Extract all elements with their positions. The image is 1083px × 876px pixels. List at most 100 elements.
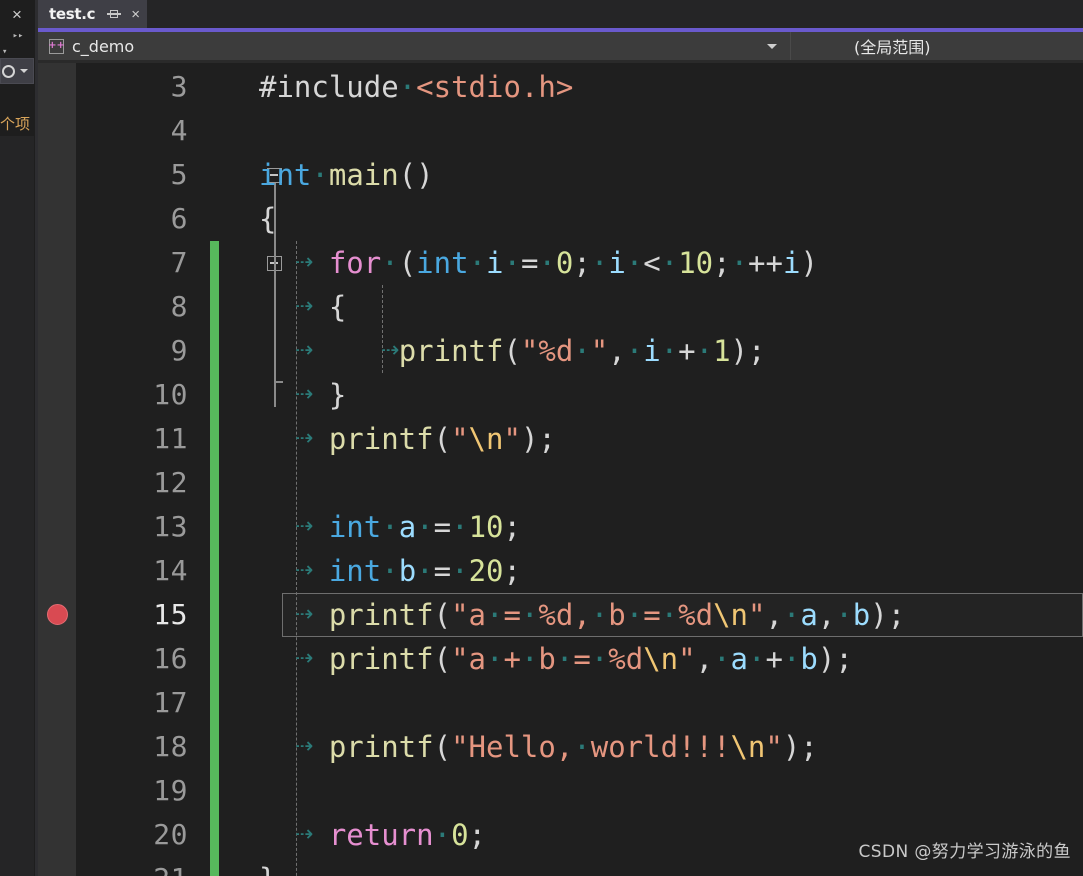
- token-var: b: [852, 598, 871, 632]
- token-ws: ·: [660, 598, 679, 632]
- token-plain: ): [800, 246, 818, 280]
- token-ws: ·: [625, 246, 644, 280]
- token-ws: ·: [835, 598, 853, 632]
- code-line: printf("a·+·b·=·%d\n",·a·+·b);: [38, 637, 1083, 681]
- token-ws: ·: [660, 334, 679, 368]
- code-line: int·main(): [38, 153, 1083, 197]
- token-plain: (): [398, 158, 434, 192]
- token-var: a: [730, 642, 748, 676]
- token-str: %d: [608, 642, 644, 676]
- circle-icon: [2, 64, 15, 78]
- token-str: "a: [451, 598, 486, 632]
- token-plain: (: [433, 730, 452, 764]
- code-editor[interactable]: ⇢ ⇢ ⇢ ⇢ ⇢ ⇢ ⇢ ⇢ ⇢ ⇢ ⇢ ⇢ 3 #include·<stdio.h> 4 5 int·ma…: [38, 63, 1083, 876]
- code-line: {: [38, 285, 1083, 329]
- token-plain: );: [520, 422, 556, 456]
- code-text: int·main(): [259, 153, 434, 197]
- token-var: a: [800, 598, 818, 632]
- token-var: b: [800, 642, 818, 676]
- token-ws: ·: [451, 554, 469, 588]
- token-str: =: [573, 642, 591, 676]
- token-plain: (: [433, 642, 452, 676]
- token-fn: printf: [328, 422, 434, 456]
- code-text: {: [259, 197, 276, 241]
- token-ws: ·: [381, 554, 399, 588]
- token-ws: ·: [433, 818, 452, 852]
- token-plain: ,: [695, 642, 714, 676]
- chevron-down-icon[interactable]: [767, 44, 777, 49]
- token-plain: ;: [468, 818, 487, 852]
- token-brace: }: [328, 378, 347, 412]
- code-text: int·b·=·20;: [259, 549, 521, 593]
- close-icon[interactable]: ×: [6, 4, 28, 26]
- token-ws: ·: [590, 246, 609, 280]
- code-text: printf("Hello,·world!!!\n");: [259, 725, 818, 769]
- navigation-bar: ++ c_demo (全局范围): [38, 32, 1083, 60]
- token-ws: ·: [381, 246, 399, 280]
- token-ws: ·: [503, 246, 521, 280]
- token-esc: \n: [643, 642, 679, 676]
- left-tool-strip: × ▸▸ ▾ 个项: [0, 0, 35, 876]
- chevron-down-icon[interactable]: ▾: [2, 47, 7, 57]
- token-var: i: [486, 246, 504, 280]
- token-kw: return: [328, 818, 434, 852]
- token-ws: ·: [538, 246, 556, 280]
- token-str: b: [538, 642, 556, 676]
- token-str: ": [678, 642, 696, 676]
- token-ws: ·: [520, 642, 539, 676]
- token-var: i: [643, 334, 661, 368]
- project-name-label: c_demo: [72, 36, 135, 56]
- token-ws: ·: [730, 246, 749, 280]
- token-num: 20: [468, 554, 504, 588]
- token-plain: ;: [503, 510, 521, 544]
- token-type: int: [328, 554, 382, 588]
- token-str: "%d: [520, 334, 574, 368]
- token-ws: ·: [311, 158, 329, 192]
- scope-dropdown[interactable]: (全局范围): [791, 32, 1083, 60]
- left-panel-dropdown[interactable]: [0, 58, 34, 84]
- token-str: =: [643, 598, 661, 632]
- token-brace: }: [259, 862, 276, 876]
- token-str: "a: [451, 642, 486, 676]
- dock-arrows-icon[interactable]: ▸▸: [8, 28, 28, 44]
- token-ws: ·: [520, 598, 539, 632]
- token-type: int: [259, 158, 312, 192]
- token-var: a: [398, 510, 417, 544]
- token-plain: =: [520, 246, 539, 280]
- token-plain: ;: [503, 554, 521, 588]
- code-text: }: [259, 373, 346, 417]
- project-dropdown[interactable]: ++ c_demo: [38, 32, 791, 60]
- scope-label: (全局范围): [854, 38, 931, 57]
- token-esc: \n: [713, 598, 748, 632]
- code-text: {: [259, 285, 346, 329]
- close-icon[interactable]: ×: [131, 7, 140, 22]
- code-text: int·a·=·10;: [259, 505, 521, 549]
- token-ws: ·: [590, 598, 609, 632]
- token-num: 1: [713, 334, 731, 368]
- pin-icon[interactable]: [107, 7, 122, 21]
- token-fn: printf: [328, 598, 434, 632]
- token-str: world!!!: [590, 730, 731, 764]
- token-plain: <: [643, 246, 661, 280]
- chevron-down-icon: [20, 69, 28, 73]
- code-line: for·(int·i·=·0;·i·<·10;·++i): [38, 241, 1083, 285]
- token-str: ": [747, 598, 766, 632]
- token-num: 10: [678, 246, 714, 280]
- tab-test-c[interactable]: test.c ×: [38, 0, 147, 28]
- token-plain: +: [678, 334, 696, 368]
- token-plain: (: [433, 598, 452, 632]
- token-str: =: [503, 598, 521, 632]
- token-str: ": [503, 422, 521, 456]
- token-plain: (: [398, 246, 417, 280]
- token-esc: \n: [468, 422, 504, 456]
- token-plain: =: [433, 554, 452, 588]
